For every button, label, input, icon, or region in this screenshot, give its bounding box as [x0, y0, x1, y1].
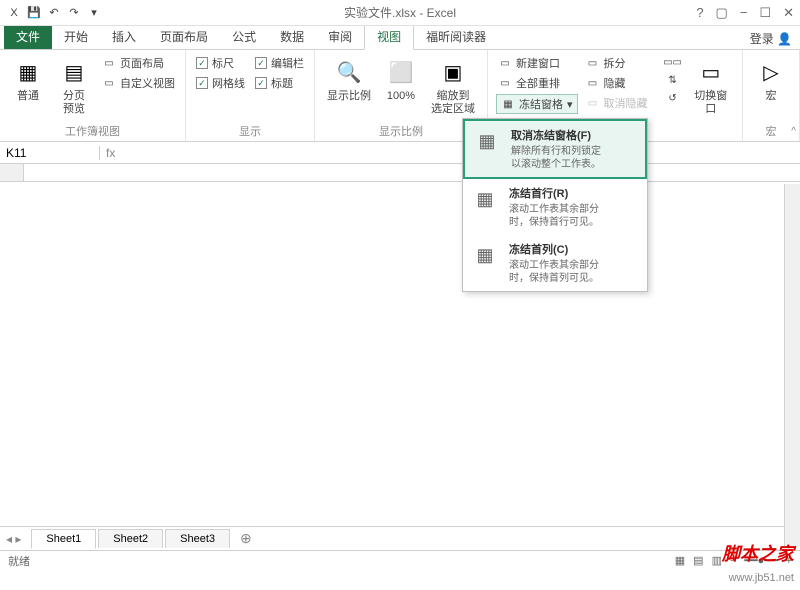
formula-bar-row: K11 fx: [0, 142, 800, 164]
formula-bar[interactable]: fx: [100, 146, 121, 160]
unfreeze-icon: ▦: [471, 127, 503, 155]
help-icon[interactable]: ?: [696, 5, 703, 21]
sheet-tab-3[interactable]: Sheet3: [165, 529, 230, 548]
freeze-col-icon: ▦: [469, 241, 501, 269]
vertical-scrollbar[interactable]: [784, 184, 800, 546]
ribbon-tabs: 文件 开始 插入 页面布局 公式 数据 审阅 视图 福昕阅读器: [0, 26, 800, 50]
pagelayout-button[interactable]: ▭页面布局: [100, 54, 177, 72]
name-box[interactable]: K11: [0, 146, 100, 160]
new-window-button[interactable]: ▭新建窗口: [496, 54, 578, 72]
sheet-tabs: ◂ ▸ Sheet1 Sheet2 Sheet3 ⊕: [0, 526, 800, 550]
save-icon[interactable]: 💾: [26, 5, 42, 21]
select-all-corner[interactable]: [0, 164, 24, 181]
close-icon[interactable]: ✕: [783, 5, 794, 21]
reset-pos-icon[interactable]: ↺: [664, 90, 682, 106]
freeze-row-icon: ▦: [469, 185, 501, 213]
view-normal-icon[interactable]: ▦: [675, 554, 685, 567]
view-side-icon[interactable]: ▭▭: [664, 54, 682, 70]
collapse-ribbon-icon[interactable]: ^: [791, 126, 796, 137]
arrange-all-button[interactable]: ▭全部重排: [496, 74, 578, 92]
fx-icon[interactable]: fx: [106, 146, 115, 160]
custom-view-button[interactable]: ▭自定义视图: [100, 74, 177, 92]
unhide-button[interactable]: ▭取消隐藏: [584, 94, 650, 112]
login-link[interactable]: 登录 👤: [750, 30, 792, 47]
watermark: 脚本之家: [722, 540, 794, 566]
quick-access-toolbar: X 💾 ↶ ↷ ▾: [0, 5, 108, 21]
titlebar: X 💾 ↶ ↷ ▾ 实验文件.xlsx - Excel ? ▢ − ☐ ✕: [0, 0, 800, 26]
sheet-nav[interactable]: ◂ ▸: [6, 532, 29, 546]
freeze-top-row-item[interactable]: ▦ 冻结首行(R)滚动工作表其余部分 时，保持首行可见。: [463, 179, 647, 235]
gridlines-checkbox[interactable]: ✓网格线: [194, 74, 247, 92]
watermark-url: www.jb51.net: [729, 572, 794, 584]
zoom-selection-button[interactable]: ▣缩放到 选定区域: [427, 54, 479, 118]
status-text: 就绪: [8, 553, 30, 569]
redo-icon[interactable]: ↷: [66, 5, 82, 21]
sync-scroll-icon[interactable]: ⇅: [664, 72, 682, 88]
group-label: 工作簿视图: [8, 121, 177, 139]
tab-data[interactable]: 数据: [268, 24, 316, 49]
ribbon: ▦普通 ▤分页 预览 ▭页面布局 ▭自定义视图 工作簿视图 ✓标尺 ✓网格线 ✓…: [0, 50, 800, 142]
macro-button[interactable]: ▷宏: [751, 54, 791, 105]
group-label: 显示比例: [323, 121, 479, 139]
formula-bar-checkbox[interactable]: ✓编辑栏: [253, 54, 306, 72]
group-workbook-views: ▦普通 ▤分页 预览 ▭页面布局 ▭自定义视图 工作簿视图: [0, 50, 186, 141]
ruler-checkbox[interactable]: ✓标尺: [194, 54, 247, 72]
zoom-button[interactable]: 🔍显示比例: [323, 54, 375, 105]
split-button[interactable]: ▭拆分: [584, 54, 650, 72]
pagebreak-view-button[interactable]: ▤分页 预览: [54, 54, 94, 118]
add-sheet-button[interactable]: ⊕: [240, 530, 252, 547]
headings-checkbox[interactable]: ✓标题: [253, 74, 306, 92]
tab-insert[interactable]: 插入: [100, 24, 148, 49]
ribbon-options-icon[interactable]: ▢: [716, 5, 728, 21]
group-show: ✓标尺 ✓网格线 ✓编辑栏 ✓标题 显示: [186, 50, 315, 141]
maximize-icon[interactable]: ☐: [759, 5, 771, 21]
qat-dropdown-icon[interactable]: ▾: [86, 5, 102, 21]
group-label: 宏: [751, 121, 791, 139]
hide-button[interactable]: ▭隐藏: [584, 74, 650, 92]
freeze-panes-button[interactable]: ▦冻结窗格 ▾: [496, 94, 578, 114]
view-break-icon[interactable]: ▥: [712, 554, 722, 567]
zoom-100-button[interactable]: ⬜100%: [381, 54, 421, 105]
minimize-icon[interactable]: −: [740, 5, 748, 21]
group-label: 显示: [194, 121, 306, 139]
tab-review[interactable]: 审阅: [316, 24, 364, 49]
excel-icon: X: [6, 5, 22, 21]
tab-view[interactable]: 视图: [364, 23, 414, 50]
tab-formula[interactable]: 公式: [220, 24, 268, 49]
tab-foxit[interactable]: 福昕阅读器: [414, 24, 498, 49]
spreadsheet-grid[interactable]: [0, 164, 800, 526]
unfreeze-panes-item[interactable]: ▦ 取消冻结窗格(F)解除所有行和列锁定 以滚动整个工作表。: [463, 119, 647, 179]
status-bar: 就绪 ▦ ▤ ▥ − ━━●━━ +: [0, 550, 800, 570]
switch-window-button[interactable]: ▭切换窗口: [688, 54, 734, 118]
sheet-tab-1[interactable]: Sheet1: [31, 529, 96, 549]
tab-home[interactable]: 开始: [52, 24, 100, 49]
tab-layout[interactable]: 页面布局: [148, 24, 220, 49]
freeze-panes-dropdown: ▦ 取消冻结窗格(F)解除所有行和列锁定 以滚动整个工作表。 ▦ 冻结首行(R)…: [462, 118, 648, 292]
undo-icon[interactable]: ↶: [46, 5, 62, 21]
sheet-tab-2[interactable]: Sheet2: [98, 529, 163, 548]
freeze-first-col-item[interactable]: ▦ 冻结首列(C)滚动工作表其余部分 时，保持首列可见。: [463, 235, 647, 291]
window-title: 实验文件.xlsx - Excel: [344, 4, 456, 21]
tab-file[interactable]: 文件: [4, 24, 52, 49]
view-page-icon[interactable]: ▤: [693, 554, 703, 567]
window-buttons: ? ▢ − ☐ ✕: [696, 5, 794, 21]
normal-view-button[interactable]: ▦普通: [8, 54, 48, 105]
